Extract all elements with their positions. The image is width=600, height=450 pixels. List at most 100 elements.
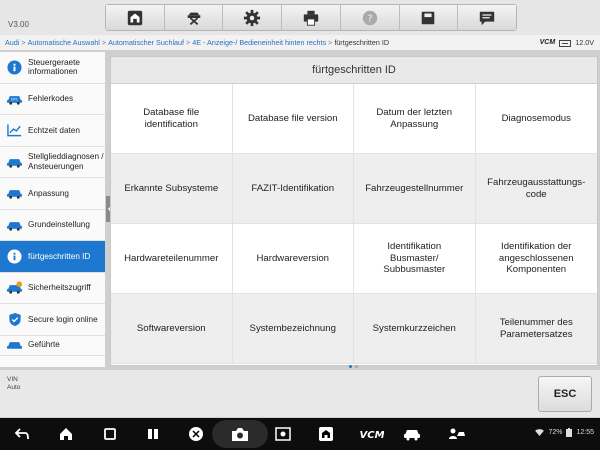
system-nav-bar: VCM 72% 12:55: [0, 418, 600, 450]
breadcrumb-separator: >: [186, 38, 191, 47]
grid-item-connected-components[interactable]: Identifikation der angeschlossenen Kompo…: [475, 224, 597, 294]
grid-item-database-file-version[interactable]: Database file version: [232, 84, 354, 154]
battery-icon: [566, 428, 573, 437]
grid-item-vehicle-number[interactable]: Fahrzeugestellnummer: [354, 154, 476, 224]
sidebar-item-label: Geführte: [28, 340, 60, 350]
sidebar-item-label: Sicherheitszugriff: [28, 283, 91, 292]
sidebar-item-label: Steuergeraete informationen: [28, 57, 80, 77]
sidebar-item-secure-login[interactable]: Secure login online: [0, 304, 105, 336]
grid-item-equipment-code[interactable]: Fahrzeugausstattungs-code: [475, 154, 597, 224]
sidebar-item-security-access[interactable]: Sicherheitszugriff: [0, 272, 105, 304]
help-icon: ?: [362, 10, 377, 25]
sidebar-item-adaptation[interactable]: Anpassung: [0, 178, 105, 210]
home-icon: [127, 10, 143, 25]
function-sidebar: Steuergeraete informationen DTC Fehlerko…: [0, 52, 106, 367]
remote-expert-button[interactable]: [447, 424, 467, 444]
sidebar-item-label: Secure login online: [28, 314, 98, 324]
recent-apps-button[interactable]: [100, 424, 120, 444]
grid-item-hardware-part-number[interactable]: Hardwareteilenummer: [111, 224, 233, 294]
svg-text:?: ?: [367, 13, 372, 24]
voltage-readout: 12.0V: [575, 38, 594, 47]
grid-item-system-abbreviation[interactable]: Systemkurzzeichen: [354, 294, 476, 364]
system-status: 72% 12:55: [535, 428, 594, 437]
gear-icon: [244, 9, 261, 26]
sidebar-item-live-data[interactable]: Echtzeit daten: [0, 115, 105, 147]
breadcrumb-item-audi[interactable]: Audi: [5, 38, 19, 47]
esc-button[interactable]: ESC: [538, 376, 592, 412]
car-icon: [404, 430, 420, 441]
screen-record-button[interactable]: [273, 424, 293, 444]
split-screen-button[interactable]: [143, 424, 163, 444]
car-actuator-icon: [6, 153, 23, 170]
grid-item-fazit-identification[interactable]: FAZIT-Identifikation: [232, 154, 354, 224]
browser-icon: [189, 427, 203, 441]
grid-item-detected-subsystems[interactable]: Erkannte Subsysteme: [111, 154, 233, 224]
grid-item-system-designation[interactable]: Systembezeichnung: [232, 294, 354, 364]
grid-item-software-version[interactable]: Softwareversion: [111, 294, 233, 364]
svg-text:DTC: DTC: [11, 97, 19, 101]
chat-button[interactable]: [458, 5, 517, 30]
sidebar-item-actuator-tests[interactable]: Stellglieddiagnosen / Ansteuerungen: [0, 146, 105, 178]
camera-button[interactable]: [230, 424, 250, 444]
grid-item-last-adaptation-date[interactable]: Datum der letzten Anpassung: [354, 84, 476, 154]
vcm-icon: VCM: [360, 430, 384, 441]
save-icon: [422, 11, 435, 24]
chat-icon: [479, 11, 495, 25]
save-button[interactable]: [399, 5, 459, 30]
breadcrumb-separator: >: [21, 38, 26, 47]
back-button[interactable]: [12, 424, 32, 444]
vehicle-nav-button[interactable]: [402, 424, 422, 444]
line-chart-icon: [6, 122, 23, 139]
sidebar-item-dtc[interactable]: DTC Fehlerkodes: [0, 83, 105, 115]
breadcrumb-item-auto-selection[interactable]: Automatische Auswahl: [28, 38, 100, 47]
settings-button[interactable]: [223, 5, 283, 30]
grid-item-busmaster-identification[interactable]: Identifikation Busmaster/ Subbusmaster: [354, 224, 476, 294]
shield-icon: [6, 311, 23, 328]
grid-item-database-file-identification[interactable]: Database file identification: [111, 84, 233, 154]
home-nav-button[interactable]: [56, 424, 76, 444]
sidebar-item-guided[interactable]: Geführte: [0, 335, 105, 356]
vin-info: VIN Auto: [7, 376, 20, 392]
breadcrumb-bar: Audi > Automatische Auswahl > Automatischer …: [0, 35, 600, 51]
top-toolbar: V3.00 ?: [0, 0, 600, 35]
vcm-indicator: VCM: [539, 39, 556, 46]
recent-apps-icon: [104, 428, 116, 440]
browser-button[interactable]: [186, 424, 206, 444]
vehicle-lift-button[interactable]: [164, 5, 224, 30]
camera-icon: [232, 427, 248, 441]
connection-status: VCM 12.0V: [540, 35, 594, 51]
help-button[interactable]: ?: [340, 5, 400, 30]
print-button[interactable]: [282, 5, 341, 30]
sidebar-item-label: Fehlerkodes: [28, 94, 74, 103]
car-basic-icon: [6, 216, 23, 233]
info-icon: [6, 248, 23, 265]
car-dtc-icon: DTC: [6, 90, 23, 107]
sidebar-item-label: Anpassung: [28, 188, 69, 198]
vcm-nav-button[interactable]: VCM: [360, 424, 384, 444]
breadcrumb-item-auto-scan[interactable]: Automatischer Suchlauf: [108, 38, 184, 47]
page-indicator: [349, 365, 358, 368]
split-screen-icon: [148, 429, 158, 439]
home-icon: [60, 428, 72, 440]
vin-label: VIN: [7, 376, 18, 383]
sidebar-item-advanced-id[interactable]: fürtgeschritten ID: [0, 241, 105, 273]
maxisys-home-button[interactable]: [316, 424, 336, 444]
wifi-icon: [535, 429, 545, 436]
breadcrumb-item-control-unit[interactable]: 4E - Anzeige-/ Bedieneinheit hinten rech…: [192, 38, 326, 47]
grid-item-diagnostic-mode[interactable]: Diagnosemodus: [475, 84, 597, 154]
advanced-id-panel: fürtgeschritten ID Database file identif…: [110, 56, 598, 366]
grid-item-parameter-set-part-number[interactable]: Teilenummer des Parametersatzes: [475, 294, 597, 364]
home-button[interactable]: [106, 5, 165, 30]
vehicle-lift-icon: [187, 12, 200, 25]
sidebar-item-ecu-info[interactable]: Steuergeraete informationen: [0, 52, 105, 84]
breadcrumb-separator: >: [328, 38, 333, 47]
breadcrumb: Audi > Automatische Auswahl > Automatischer …: [5, 35, 389, 51]
screen-record-icon: [275, 427, 291, 441]
svg-text:VCM: VCM: [360, 430, 384, 441]
app-version: V3.00: [8, 20, 29, 29]
sidebar-item-label: Stellglieddiagnosen / Ansteuerungen: [28, 152, 104, 171]
back-arrow-icon: [14, 428, 29, 440]
sidebar-item-basic-settings[interactable]: Grundeinstellung: [0, 209, 105, 241]
sidebar-item-label: fürtgeschritten ID: [28, 251, 91, 261]
grid-item-hardware-version[interactable]: Hardwareversion: [232, 224, 354, 294]
